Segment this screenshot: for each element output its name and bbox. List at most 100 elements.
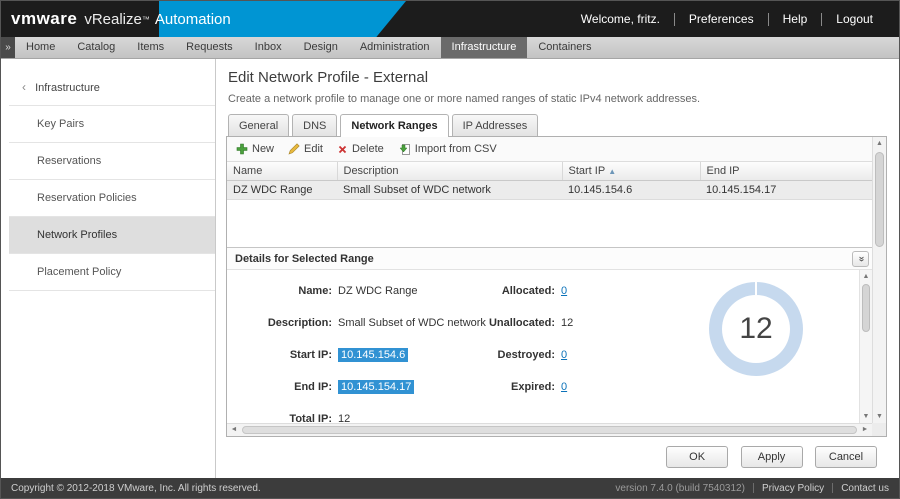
help-link[interactable]: Help [771,12,820,26]
table-row[interactable]: DZ WDC Range Small Subset of WDC network… [227,181,872,200]
column-header-name[interactable]: Name [227,162,337,181]
details-panel: Details for Selected Range » Name: DZ WD… [227,247,872,423]
scroll-up-icon[interactable]: ▲ [873,137,886,150]
table-header-row: Name Description Start IP▲ End IP [227,162,872,181]
profile-tabs: General DNS Network Ranges IP Addresses [226,114,887,136]
details-vertical-scrollbar: ▲ ▼ [859,270,872,423]
column-header-end-ip[interactable]: End IP [700,162,872,181]
contact-us-link[interactable]: Contact us [841,483,889,494]
privacy-policy-link[interactable]: Privacy Policy [762,483,824,494]
scroll-left-icon[interactable]: ◄ [227,424,241,436]
nav-tab-containers[interactable]: Containers [527,37,602,58]
scrollbar-corner [872,423,886,436]
end-ip-label: End IP: [227,381,338,393]
column-header-start-ip-label: Start IP [569,165,606,177]
destroyed-link[interactable]: 0 [561,349,567,361]
delete-button-label: Delete [352,143,384,155]
details-scroll-thumb[interactable] [862,284,870,332]
logo-suffix-text: Automation [155,11,231,28]
apply-button[interactable]: Apply [741,446,803,468]
nav-tab-infrastructure[interactable]: Infrastructure [441,37,528,58]
column-header-start-ip[interactable]: Start IP▲ [562,162,700,181]
outer-vertical-scrollbar: ▲ ▼ [872,137,886,423]
details-title: Details for Selected Range [235,253,374,265]
application-window: vmware vRealize ™ Automation Welcome, fr… [0,0,900,499]
ok-button[interactable]: OK [666,446,728,468]
nav-tab-design[interactable]: Design [293,37,349,58]
cell-start-ip: 10.145.154.6 [562,181,700,200]
nav-tab-inbox[interactable]: Inbox [244,37,293,58]
plus-icon [236,143,248,155]
tab-network-ranges[interactable]: Network Ranges [340,114,448,136]
app-header: vmware vRealize ™ Automation Welcome, fr… [1,1,899,37]
column-header-description[interactable]: Description [337,162,562,181]
page-subtitle: Create a network profile to manage one o… [228,93,887,105]
copyright-text: Copyright © 2012-2018 VMware, Inc. All r… [11,483,261,494]
tab-dns[interactable]: DNS [292,114,337,136]
cell-name: DZ WDC Range [227,181,337,200]
nav-tab-requests[interactable]: Requests [175,37,243,58]
separator [768,13,769,26]
import-icon [398,143,411,156]
expired-link[interactable]: 0 [561,381,567,393]
scroll-down-icon[interactable]: ▼ [873,410,886,423]
logo-product-text: vRealize [84,11,142,28]
import-button-label: Import from CSV [415,143,497,155]
delete-x-icon [337,144,348,155]
sidebar-item-placement-policy[interactable]: Placement Policy [9,254,215,291]
scroll-up-icon[interactable]: ▲ [860,270,872,283]
import-csv-button[interactable]: Import from CSV [393,141,506,158]
column-header-description-label: Description [344,165,399,177]
details-header: Details for Selected Range » [227,248,872,270]
sidebar: ‹ Infrastructure Key Pairs Reservations … [1,59,216,478]
vertical-scroll-thumb[interactable] [875,152,884,247]
nav-tab-items[interactable]: Items [126,37,175,58]
chevron-left-icon: ‹ [22,80,26,94]
edit-button-label: Edit [304,143,323,155]
sidebar-item-network-profiles[interactable]: Network Profiles [9,217,215,254]
cancel-button[interactable]: Cancel [815,446,877,468]
edit-button[interactable]: Edit [283,141,332,157]
sidebar-back-infrastructure[interactable]: ‹ Infrastructure [9,69,215,106]
vmware-logo: vmware vRealize ™ Automation [1,1,231,37]
outer-horizontal-scrollbar: ◄ ► [227,423,872,436]
unallocated-label: Unallocated: [457,317,561,329]
scroll-down-icon[interactable]: ▼ [860,410,872,423]
delete-button[interactable]: Delete [332,141,393,157]
donut-notch [755,282,757,295]
sidebar-item-key-pairs[interactable]: Key Pairs [9,106,215,143]
allocated-link[interactable]: 0 [561,285,567,297]
pencil-icon [288,143,300,155]
expired-label: Expired: [457,381,561,393]
column-header-name-label: Name [233,165,262,177]
separator [674,13,675,26]
tab-ip-addresses[interactable]: IP Addresses [452,114,539,136]
stat-row-allocated: Allocated: 0 [457,282,697,300]
tab-general[interactable]: General [228,114,289,136]
collapse-panel-button[interactable]: » [852,251,869,267]
nav-tab-home[interactable]: Home [15,37,66,58]
horizontal-scroll-thumb[interactable] [242,426,857,434]
stat-row-expired: Expired: 0 [457,378,697,396]
sidebar-item-reservations[interactable]: Reservations [9,143,215,180]
donut-chart: 12 [709,282,803,376]
description-label: Description: [227,317,338,329]
column-header-end-ip-label: End IP [707,165,740,177]
stat-row-unallocated: Unallocated: 12 [457,314,697,332]
double-chevron-right-icon: » [5,42,11,53]
stat-row-destroyed: Destroyed: 0 [457,346,697,364]
name-label: Name: [227,285,338,297]
nav-tab-catalog[interactable]: Catalog [66,37,126,58]
nav-expand-button[interactable]: » [1,37,15,58]
main-navbar: » Home Catalog Items Requests Inbox Desi… [1,37,899,59]
ranges-table: Name Description Start IP▲ End IP DZ WDC… [227,162,872,200]
sidebar-item-reservation-policies[interactable]: Reservation Policies [9,180,215,217]
new-button[interactable]: New [231,141,283,157]
logout-link[interactable]: Logout [824,12,885,26]
nav-tab-administration[interactable]: Administration [349,37,441,58]
destroyed-label: Destroyed: [457,349,561,361]
preferences-link[interactable]: Preferences [677,12,766,26]
main-content: Edit Network Profile - External Create a… [216,59,899,478]
sidebar-back-label: Infrastructure [35,82,100,94]
scroll-right-icon[interactable]: ► [858,424,872,436]
